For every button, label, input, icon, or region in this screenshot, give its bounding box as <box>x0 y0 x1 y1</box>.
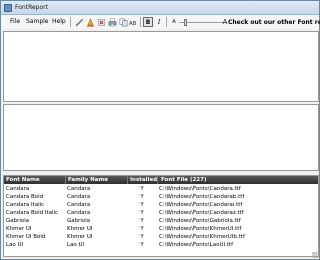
font-table[interactable]: Font Name Family Name Installed Font Fil… <box>3 175 319 257</box>
cell-font-file: C:\Windows\Fonts\LaoUI.ttf <box>159 242 234 248</box>
font-size-small-label: A <box>172 19 176 25</box>
column-header-installed[interactable]: Installed <box>130 177 157 183</box>
character-preview-pane[interactable] <box>3 104 319 171</box>
table-header: Font Name Family Name Installed Font Fil… <box>4 176 318 184</box>
app-window: FontReport File Sample Help AB B I A A C… <box>0 0 320 260</box>
cell-family-name: Candara <box>67 210 91 216</box>
cell-font-name: Khmer UI Bold <box>6 234 46 240</box>
cell-font-file: C:\Windows\Fonts\Gabriola.ttf <box>159 218 241 224</box>
cell-font-name: Candara Bold <box>6 194 44 200</box>
cell-font-name: Khmer UI <box>6 226 32 232</box>
cell-font-name: Candara <box>6 186 30 192</box>
sample-preview-pane[interactable] <box>3 31 319 102</box>
cell-family-name: Candara <box>67 186 91 192</box>
table-row[interactable]: Gabriola Gabriola Y C:\Windows\Fonts\Gab… <box>4 217 318 225</box>
italic-button[interactable]: I <box>154 17 164 27</box>
cell-font-file: C:\Windows\Fonts\Candarai.ttf <box>159 202 243 208</box>
table-row[interactable]: Candara Bold Italic Candara Y C:\Windows… <box>4 209 318 217</box>
cell-family-name: Candara <box>67 194 91 200</box>
cell-installed: Y <box>140 210 144 216</box>
cell-font-file: C:\Windows\Fonts\Candarab.ttf <box>159 194 245 200</box>
toolbar-separator <box>70 17 71 27</box>
bold-button[interactable]: B <box>143 17 153 27</box>
cell-font-file: C:\Windows\Fonts\KhmerUI.ttf <box>159 226 242 232</box>
cell-font-file: C:\Windows\Fonts\Candaraz.ttf <box>159 210 244 216</box>
cell-font-name: Gabriola <box>6 218 30 224</box>
print-icon[interactable] <box>107 17 117 27</box>
cell-font-file: C:\Windows\Fonts\Candara.ttf <box>159 186 241 192</box>
column-divider[interactable] <box>65 176 66 184</box>
cell-family-name: Khmer UI <box>67 226 93 232</box>
cell-installed: Y <box>140 218 144 224</box>
table-row[interactable]: Candara Bold Candara Y C:\Windows\Fonts\… <box>4 193 318 201</box>
menu-sample[interactable]: Sample <box>26 18 49 25</box>
column-header-font-file[interactable]: Font File (227) <box>161 177 206 183</box>
cell-installed: Y <box>140 202 144 208</box>
window-title: FontReport <box>15 4 48 11</box>
copy-icon[interactable] <box>118 17 128 27</box>
column-divider[interactable] <box>127 176 128 184</box>
cell-installed: Y <box>140 234 144 240</box>
cell-family-name: Lao UI <box>67 242 85 248</box>
cell-family-name: Khmer UI <box>67 234 93 240</box>
toolbar-separator <box>166 17 167 27</box>
cell-installed: Y <box>140 194 144 200</box>
cell-installed: Y <box>140 226 144 232</box>
cell-family-name: Gabriola <box>67 218 91 224</box>
font-size-slider-thumb[interactable] <box>184 19 187 26</box>
menu-help[interactable]: Help <box>52 18 66 25</box>
cell-family-name: Candara <box>67 202 91 208</box>
column-header-font-name[interactable]: Font Name <box>6 177 40 183</box>
cell-font-name: Candara Bold Italic <box>6 210 59 216</box>
title-bar[interactable]: FontReport <box>1 1 319 15</box>
column-header-family-name[interactable]: Family Name <box>68 177 108 183</box>
table-row[interactable]: Candara Candara Y C:\Windows\Fonts\Canda… <box>4 185 318 193</box>
table-row[interactable]: Khmer UI Khmer UI Y C:\Windows\Fonts\Khm… <box>4 225 318 233</box>
pen-icon[interactable] <box>74 17 84 27</box>
table-row[interactable]: Khmer UI Bold Khmer UI Y C:\Windows\Font… <box>4 233 318 241</box>
cell-font-name: Candara Italic <box>6 202 45 208</box>
resize-grip-icon[interactable] <box>312 252 318 258</box>
delete-icon[interactable] <box>96 17 106 27</box>
highlight-icon[interactable] <box>85 17 95 27</box>
cell-installed: Y <box>140 186 144 192</box>
column-divider[interactable] <box>157 176 158 184</box>
app-icon <box>4 4 12 12</box>
cell-installed: Y <box>140 242 144 248</box>
table-row[interactable]: Lao UI Lao UI Y C:\Windows\Fonts\LaoUI.t… <box>4 241 318 249</box>
promo-link[interactable]: Check out our other Font related <box>228 19 320 26</box>
toolbar-separator <box>140 17 141 27</box>
cell-font-file: C:\Windows\Fonts\KhmerUIb.ttf <box>159 234 245 240</box>
cell-font-name: Lao UI <box>6 242 24 248</box>
menu-file[interactable]: File <box>10 18 20 25</box>
case-toggle-icon[interactable]: AB <box>128 17 138 27</box>
toolbar: AB B I A A Check out our other Font rela… <box>70 16 320 28</box>
table-row[interactable]: Candara Italic Candara Y C:\Windows\Font… <box>4 201 318 209</box>
svg-text:AB: AB <box>129 20 137 26</box>
